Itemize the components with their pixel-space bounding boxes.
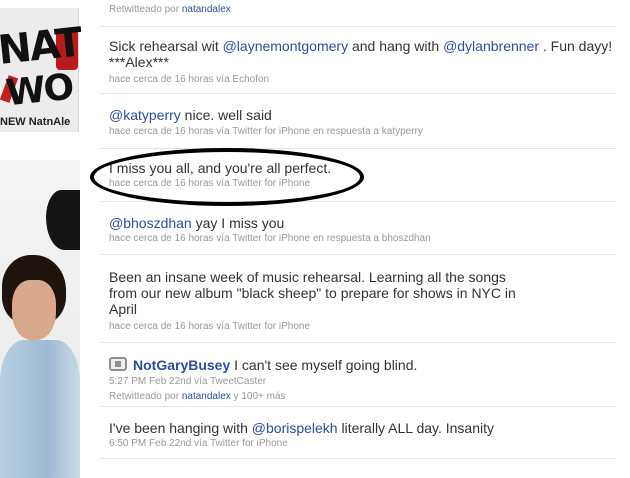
tweet-meta[interactable]: hace cerca de 16 horas vía Twitter for i… (109, 178, 616, 190)
tweet-meta[interactable]: 6:50 PM Feb 22nd vía Twitter for iPhone (109, 438, 616, 450)
tweet-item: Been an insane week of music rehearsal. … (100, 255, 616, 343)
mention-link[interactable]: @bhoszdhan (109, 215, 192, 231)
tweet-item: @bhoszdhan yay I miss you hace cerca de … (100, 202, 616, 255)
band-member-photo (0, 160, 80, 478)
tweet-meta[interactable]: 5:27 PM Feb 22nd vía TweetCaster (109, 376, 616, 388)
retweet-icon (109, 357, 127, 371)
username-link[interactable]: NotGaryBusey (133, 357, 230, 373)
tweet-text-part: literally ALL day. Insanity (337, 420, 495, 436)
tweet-text: Sick rehearsal wit @laynemontgomery and … (109, 38, 616, 70)
retweet-attribution: Retwitteado por natandalex y 100+ más (109, 391, 616, 403)
tweet-text-line: April (109, 301, 138, 317)
tweet-meta[interactable]: hace cerca de 16 horas vía Twitter for i… (109, 126, 616, 138)
banner-subtitle: NEW NatnAle (0, 116, 71, 128)
retweet-prefix: Retwitteado por (109, 4, 180, 15)
mention-link[interactable]: @laynemontgomery (223, 38, 349, 54)
tweet-text-line: from our new album "black sheep" to prep… (109, 285, 516, 301)
tweet-text: I miss you all, and you're all perfect. (109, 160, 332, 176)
logo-line-2: WO (4, 66, 75, 115)
tweet-text: Been an insane week of music rehearsal. … (109, 269, 616, 317)
retweet-attribution: Retwitteado por natandalex (109, 4, 616, 16)
profile-background-banner: NAT& WO NEW NatnAle (0, 0, 82, 478)
tweet-text: NotGaryBusey I can't see myself going bl… (109, 357, 616, 373)
logo-line-1: NAT& (0, 16, 82, 74)
tweet-text-line: Been an insane week of music rehearsal. … (109, 269, 506, 285)
mention-link[interactable]: @dylanbrenner (443, 38, 539, 54)
tweet-meta[interactable]: hace cerca de 16 horas vía Twitter for i… (109, 233, 616, 245)
tweet-meta[interactable]: hace cerca de 16 horas vía Echofon (109, 74, 616, 86)
mention-link[interactable]: @borispelekh (252, 420, 338, 436)
tweet-item: I miss you all, and you're all perfect. … (100, 149, 616, 202)
tweet-item: NotGaryBusey I can't see myself going bl… (100, 343, 616, 407)
tweet-text: @bhoszdhan yay I miss you (109, 215, 616, 231)
tweet-meta[interactable]: hace cerca de 16 horas vía Twitter for i… (109, 321, 616, 333)
retweeter-link[interactable]: natandalex (182, 391, 231, 402)
tweet-item: Retwitteado por natandalex (100, 0, 616, 27)
tweet-text-part: and hang with (348, 38, 444, 54)
photo-face (12, 280, 56, 340)
tweet-item: @katyperry nice. well said hace cerca de… (100, 94, 616, 149)
tweet-item: Sick rehearsal wit @laynemontgomery and … (100, 27, 616, 94)
tweet-text-part: nice. well said (180, 107, 272, 123)
photo-dark-shape (46, 190, 80, 250)
retweeter-link[interactable]: natandalex (182, 4, 231, 15)
photo-shirt (0, 340, 80, 478)
band-logo-panel: NAT& WO NEW NatnAle (0, 8, 82, 132)
tweet-text-part: yay I miss you (191, 215, 285, 231)
retweet-prefix: Retwitteado por (109, 391, 180, 402)
tweet-timeline: Retwitteado por natandalex Sick rehearsa… (100, 0, 616, 459)
mention-link[interactable]: @katyperry (109, 107, 181, 123)
tweet-text: @katyperry nice. well said (109, 107, 616, 123)
tweet-item: I've been hanging with @borispelekh lite… (100, 407, 616, 459)
tweet-text-part: I've been hanging with (109, 420, 252, 436)
tweet-text-part: I can't see myself going blind. (230, 357, 418, 373)
retweet-suffix: y 100+ más (230, 391, 286, 402)
tweet-text: I've been hanging with @borispelekh lite… (109, 420, 616, 436)
tweet-text-part: Sick rehearsal wit (109, 38, 223, 54)
